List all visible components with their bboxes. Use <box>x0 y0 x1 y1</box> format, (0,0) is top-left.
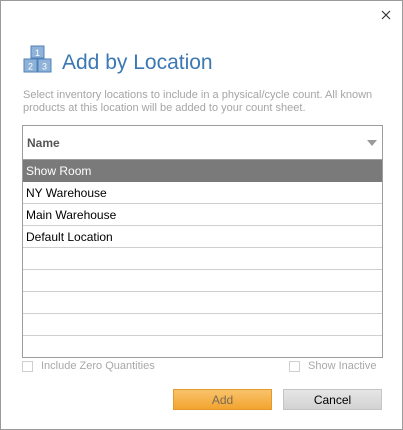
show-inactive-label: Show Inactive <box>308 360 377 372</box>
locations-grid: Name Show Room NY Warehouse Main Warehou… <box>22 125 383 358</box>
row-label: Default Location <box>26 229 113 244</box>
add-by-location-dialog: 1 2 3 Add by Location Select inventory l… <box>0 0 403 430</box>
row-label: NY Warehouse <box>26 185 107 200</box>
row-label: Main Warehouse <box>26 207 117 222</box>
empty-row <box>23 314 382 336</box>
empty-row <box>23 248 382 270</box>
include-zero-quantities-option[interactable]: Include Zero Quantities <box>22 360 155 372</box>
svg-text:3: 3 <box>42 62 47 72</box>
grid-header[interactable]: Name <box>23 126 382 160</box>
svg-text:2: 2 <box>28 62 33 72</box>
grid-row-main-warehouse[interactable]: Main Warehouse <box>23 204 382 226</box>
svg-text:1: 1 <box>35 48 40 58</box>
grid-row-show-room[interactable]: Show Room <box>23 160 382 182</box>
sort-dropdown-icon[interactable] <box>367 140 377 146</box>
inventory-boxes-icon: 1 2 3 <box>23 45 52 73</box>
include-zero-quantities-label: Include Zero Quantities <box>41 360 155 372</box>
include-zero-quantities-checkbox[interactable] <box>22 360 33 372</box>
row-label: Show Room <box>26 163 92 178</box>
column-header-name[interactable]: Name <box>27 136 60 150</box>
add-button[interactable]: Add <box>173 389 272 410</box>
grid-row-ny-warehouse[interactable]: NY Warehouse <box>23 182 382 204</box>
show-inactive-option[interactable]: Show Inactive <box>289 360 376 372</box>
close-button[interactable] <box>375 4 397 26</box>
empty-row <box>23 292 382 314</box>
empty-row <box>23 336 382 357</box>
dialog-description: Select inventory locations to include in… <box>23 89 373 114</box>
empty-row <box>23 270 382 292</box>
cancel-button[interactable]: Cancel <box>283 389 382 410</box>
close-icon <box>381 10 391 20</box>
grid-row-default-location[interactable]: Default Location <box>23 226 382 248</box>
dialog-title: Add by Location <box>62 51 213 74</box>
show-inactive-checkbox[interactable] <box>289 360 300 372</box>
